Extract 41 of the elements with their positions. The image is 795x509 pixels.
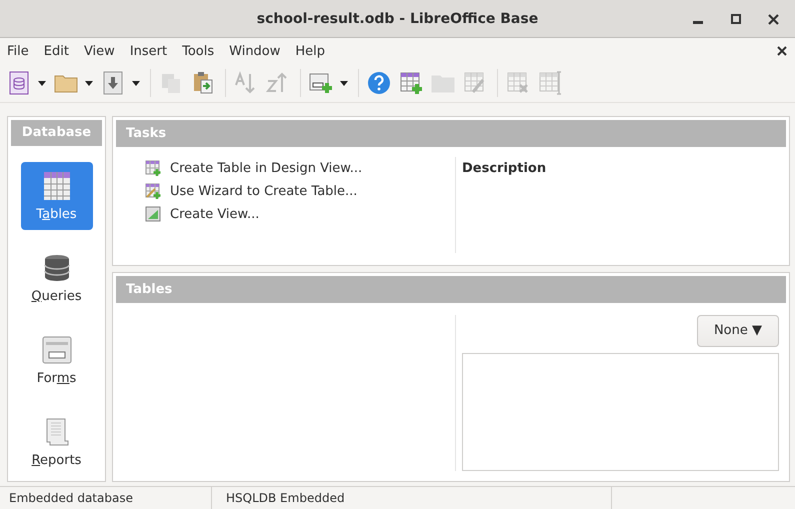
view-icon — [145, 206, 161, 222]
sidebar-item[interactable]: Forms — [20, 326, 92, 394]
maximize-icon[interactable] — [731, 14, 741, 24]
preview-dropdown[interactable]: None ▼ — [696, 315, 779, 347]
menu-item[interactable]: Help — [295, 44, 334, 58]
description-title: Description — [462, 161, 546, 176]
task-link[interactable]: Create Table in Design View... — [170, 160, 362, 176]
menu-item[interactable]: File — [7, 44, 37, 58]
help-icon[interactable] — [367, 71, 391, 95]
task-link[interactable]: Create View... — [170, 206, 260, 222]
status-text: HSQLDB Embedded — [212, 487, 612, 509]
menu-item[interactable]: Edit — [44, 44, 77, 58]
dropdown-arrow-icon[interactable] — [38, 80, 46, 86]
database-icon — [42, 252, 72, 282]
menu-item[interactable]: Window — [229, 44, 288, 58]
panel-header: Tasks — [116, 120, 786, 147]
dropdown-arrow-icon[interactable] — [340, 80, 348, 86]
task-link[interactable]: Use Wizard to Create Table... — [170, 184, 358, 198]
menu-item[interactable]: View — [84, 44, 123, 58]
form-icon — [42, 334, 72, 364]
table-icon — [42, 170, 72, 200]
dropdown-arrow-icon[interactable] — [132, 80, 140, 86]
panel-header: Database — [11, 120, 102, 146]
new-form-icon[interactable] — [309, 71, 333, 95]
close-icon[interactable] — [768, 14, 779, 24]
wizard-table-icon — [145, 183, 161, 199]
dropdown-arrow-icon[interactable] — [85, 80, 93, 86]
sidebar-item[interactable]: Queries — [20, 244, 92, 312]
sidebar-item[interactable]: Tables — [20, 162, 92, 230]
status-text: Embedded database — [0, 487, 212, 509]
new-table-icon[interactable] — [399, 71, 423, 95]
sidebar-item[interactable]: Reports — [20, 408, 92, 476]
paste-icon[interactable] — [191, 71, 215, 95]
database-icon[interactable] — [7, 71, 31, 95]
panel-header: Tables — [116, 276, 786, 303]
new-table-icon — [145, 160, 161, 176]
download-icon[interactable] — [101, 71, 125, 95]
window-title: school-result.odb - LibreOffice Base — [256, 10, 538, 26]
menu-item[interactable]: Tools — [182, 44, 222, 58]
close-icon[interactable] — [777, 46, 787, 56]
menu-item[interactable]: Insert — [130, 44, 176, 58]
